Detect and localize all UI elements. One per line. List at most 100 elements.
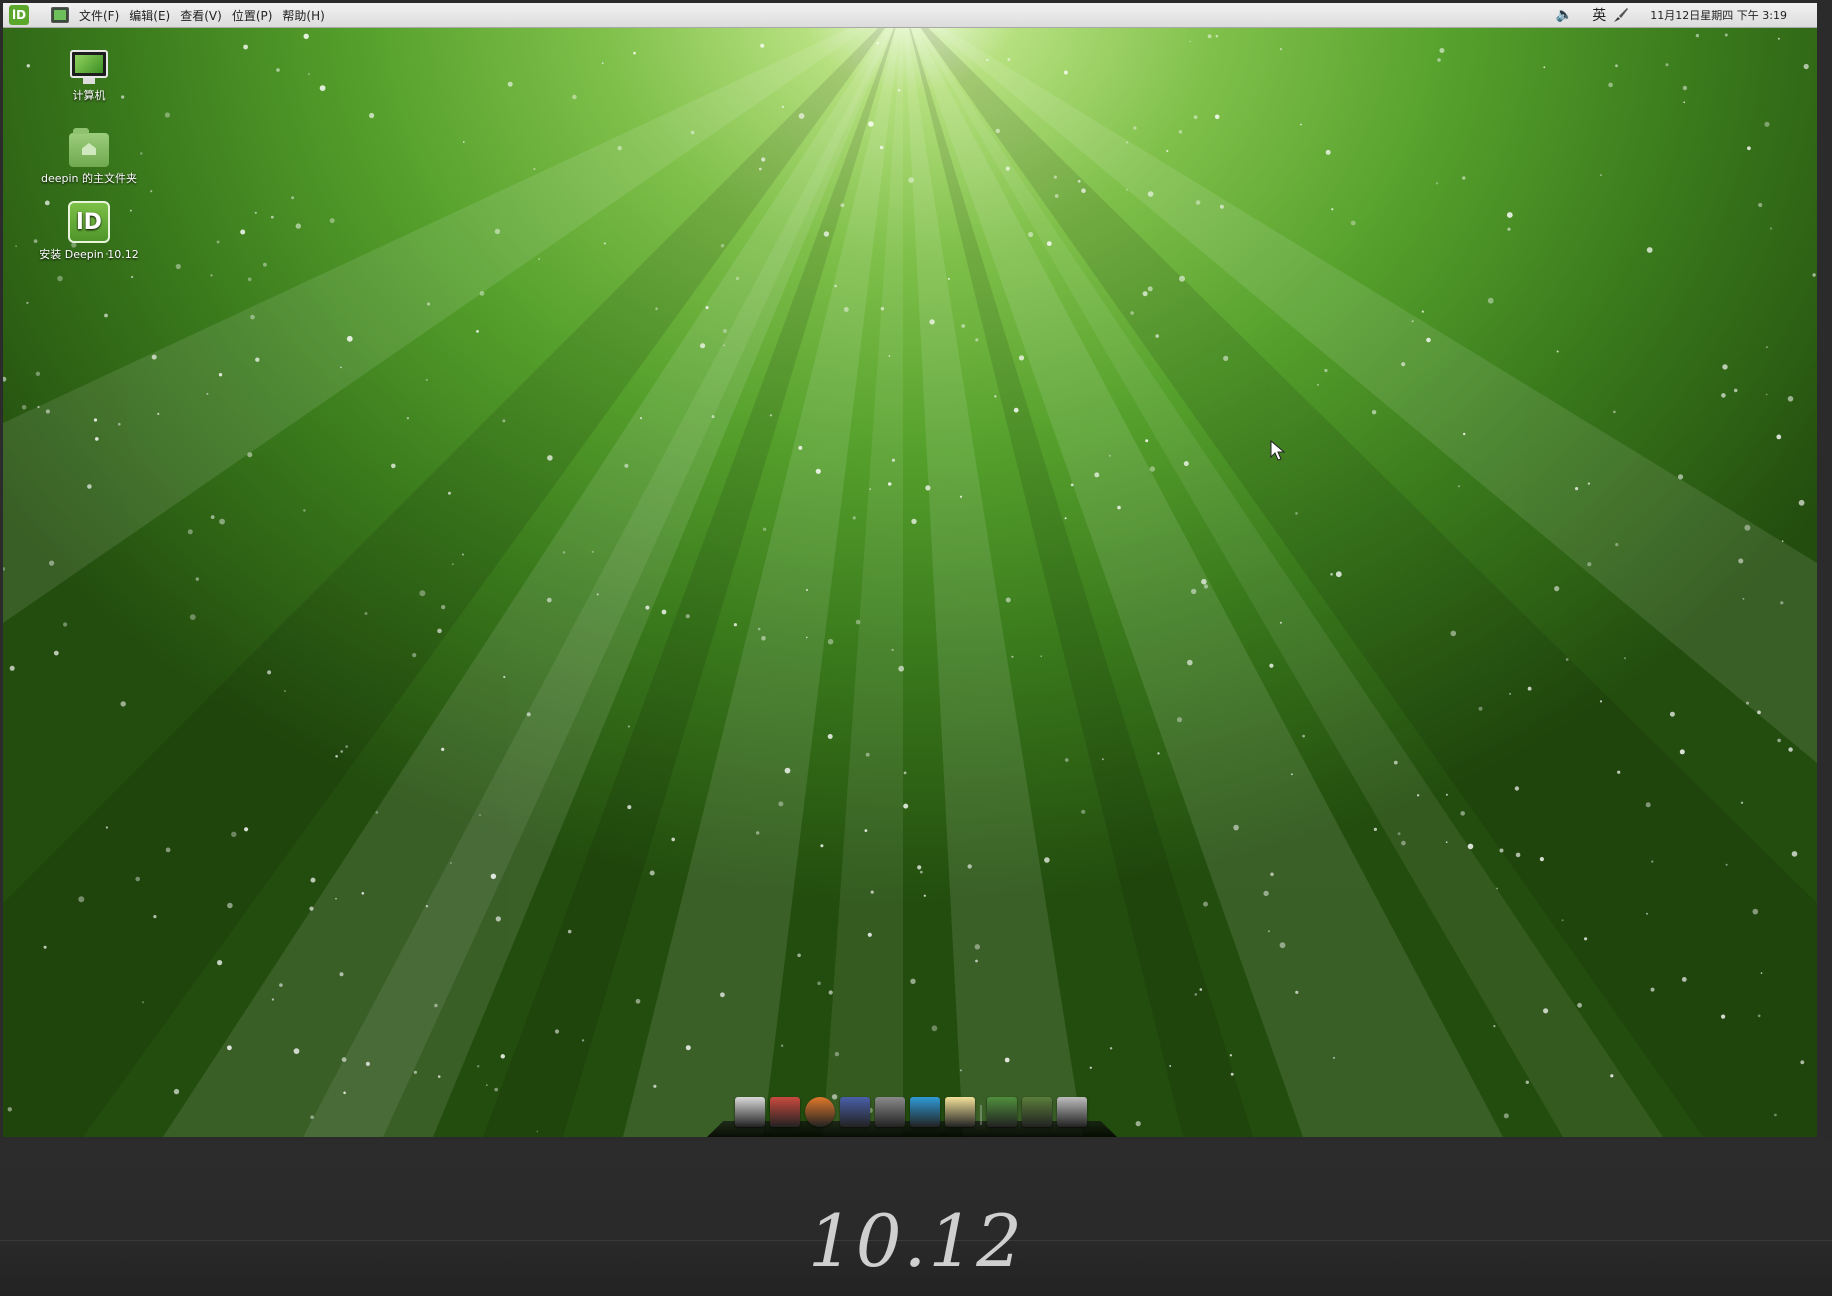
input-method-indicator[interactable]: 英 (1592, 5, 1606, 25)
wallpaper-star (1577, 1002, 1582, 1008)
desktop-icon-computer[interactable]: 计算机 (29, 50, 149, 103)
wallpaper-star (1515, 852, 1521, 858)
wallpaper-star (361, 892, 365, 895)
desktop-icon-installer[interactable]: lD 安装 Deepin 10.12 (29, 201, 149, 262)
workspace-switcher-icon[interactable] (1022, 1097, 1052, 1127)
wallpaper-star (131, 275, 134, 279)
wallpaper-star (434, 1003, 438, 1008)
wallpaper-star (567, 929, 572, 934)
menu-places[interactable]: 位置(P) (232, 7, 273, 24)
wallpaper-star (308, 73, 310, 76)
wallpaper-star (346, 335, 353, 342)
wallpaper-star (425, 378, 428, 381)
wallpaper-star (828, 990, 833, 995)
wallpaper-star (1445, 793, 1448, 796)
wallpaper-star (756, 831, 760, 835)
wallpaper-star (1646, 912, 1648, 915)
wallpaper-star (1135, 1121, 1141, 1127)
screenshot-icon[interactable] (840, 1097, 870, 1127)
trash-icon[interactable] (1057, 1097, 1087, 1127)
menu-view[interactable]: 查看(V) (180, 7, 222, 24)
wallpaper-star (1295, 512, 1298, 515)
wallpaper-star (479, 291, 485, 296)
wallpaper-star (690, 130, 695, 135)
text-editor-icon[interactable] (945, 1097, 975, 1127)
menu-edit[interactable]: 编辑(E) (129, 7, 170, 24)
wallpaper-star (947, 277, 950, 280)
wallpaper-star (778, 801, 784, 807)
wallpaper-star (425, 905, 429, 908)
wallpaper-star (295, 223, 301, 229)
wallpaper-star (887, 482, 892, 486)
wallpaper-star (310, 877, 316, 883)
wallpaper-star (1214, 114, 1220, 120)
wallpaper-star (1462, 176, 1466, 180)
wallpaper-star (153, 915, 157, 919)
system-monitor-icon[interactable] (987, 1097, 1017, 1127)
wallpaper-star (104, 313, 108, 318)
wallpaper-star (931, 1025, 938, 1032)
wallpaper-star (762, 527, 767, 531)
wallpaper-star (1397, 832, 1401, 836)
software-center-icon[interactable] (770, 1097, 800, 1127)
wallpaper-star (1028, 231, 1034, 238)
wallpaper-star (1575, 487, 1579, 491)
wallpaper-star (1561, 919, 1564, 922)
wallpaper-star (419, 590, 426, 597)
wallpaper-star (1373, 827, 1377, 832)
wallpaper-star (834, 1051, 840, 1057)
wallpaper-star (1189, 40, 1191, 43)
wallpaper-star (1721, 393, 1726, 398)
version-label: 10.12 (807, 1199, 1025, 1283)
wallpaper-star (293, 1048, 300, 1054)
wallpaper-star (1800, 1060, 1805, 1065)
dock-separator (980, 1105, 982, 1125)
wallpaper-star (1130, 311, 1134, 315)
wallpaper-star (975, 338, 979, 342)
clock[interactable]: 11月12日星期四 下午 3:19 (1650, 7, 1787, 23)
wallpaper-star (218, 373, 223, 377)
wallpaper-star (63, 622, 68, 627)
wallpaper-star (365, 1061, 370, 1066)
wallpaper-star (303, 509, 306, 512)
wallpaper-star (157, 412, 160, 415)
wallpaper-star (1774, 1113, 1777, 1117)
input-method-brush-icon[interactable] (1612, 6, 1630, 24)
deepin-logo-icon[interactable]: lD (9, 5, 29, 25)
menu-file[interactable]: 文件(F) (79, 7, 119, 24)
wallpaper-star (720, 992, 725, 998)
wallpaper-star (494, 228, 501, 235)
wallpaper-star (1126, 141, 1128, 144)
wallpaper-star (1335, 571, 1342, 578)
wallpaper-star (1081, 188, 1086, 193)
firefox-icon[interactable] (805, 1097, 835, 1127)
menu-help[interactable]: 帮助(H) (282, 7, 324, 24)
show-desktop-icon[interactable] (51, 7, 69, 23)
media-player-icon[interactable] (875, 1097, 905, 1127)
desktop-icon-home-folder[interactable]: deepin 的主文件夹 (29, 128, 149, 186)
wallpaper-star (503, 675, 506, 679)
wallpaper-star (897, 88, 901, 92)
volume-icon[interactable]: 🔈 (1554, 7, 1574, 23)
file-manager-icon[interactable] (735, 1097, 765, 1127)
wallpaper-star (1063, 70, 1068, 75)
wallpaper-star (526, 712, 531, 717)
wallpaper-star (1421, 310, 1424, 313)
wallpaper-star (291, 196, 295, 200)
top-panel: lD 文件(F) 编辑(E) 查看(V) 位置(P) 帮助(H) 🔈 英 11月… (3, 3, 1817, 28)
wallpaper-star (1646, 247, 1653, 253)
wallpaper-star (1787, 396, 1794, 402)
wallpaper-star (93, 418, 98, 422)
wallpaper-star (1615, 543, 1619, 547)
wallpaper-star (1426, 337, 1431, 343)
deepin-update-icon[interactable] (910, 1097, 940, 1127)
wallpaper-star (1013, 407, 1019, 413)
wallpaper-star (1145, 439, 1149, 443)
wallpaper-star (339, 972, 344, 977)
wallpaper-star (986, 58, 989, 62)
wallpaper-star (1683, 101, 1686, 104)
desktop-icon-label: 计算机 (72, 89, 106, 102)
wallpaper-star (87, 484, 92, 489)
wallpaper-star (448, 491, 451, 495)
wallpaper-star (309, 906, 314, 911)
